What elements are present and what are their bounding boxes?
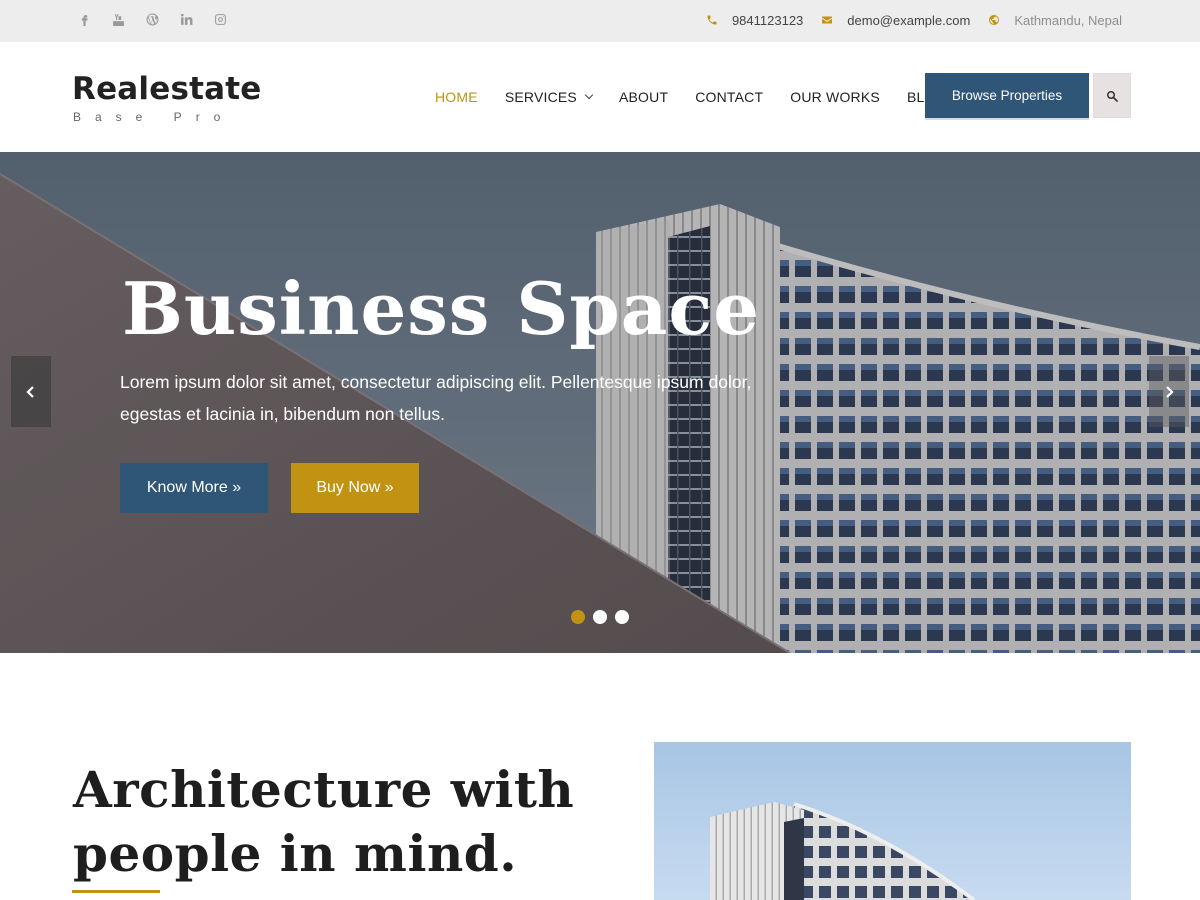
about-heading: Architecture with people in mind. — [73, 760, 575, 883]
phone-icon — [707, 15, 717, 25]
building-photo — [654, 742, 1131, 900]
top-bar: 9841123123 demo@example.com Kathmandu, N… — [0, 0, 1200, 42]
main-nav: HOME SERVICES ABOUT CONTACT OUR WORKS BL… — [435, 42, 974, 152]
phone-number: 9841123123 — [731, 12, 804, 28]
nav-home[interactable]: HOME — [435, 89, 478, 105]
nav-our-works[interactable]: OUR WORKS — [790, 89, 880, 105]
know-more-button[interactable]: Know More » — [120, 463, 268, 513]
hero-description: Lorem ipsum dolor sit amet, consectetur … — [120, 372, 752, 424]
social-links — [76, 0, 246, 38]
slider-dot-3[interactable] — [615, 610, 629, 624]
nav-services[interactable]: SERVICES — [504, 89, 594, 105]
globe-icon — [989, 15, 1000, 25]
slider-dot-1[interactable] — [571, 610, 585, 624]
slider-prev-button[interactable] — [11, 356, 51, 427]
youtube-icon[interactable] — [110, 11, 126, 27]
hero-title: Business Space — [122, 266, 761, 351]
buy-now-button[interactable]: Buy Now » — [291, 463, 419, 513]
slider-dot-2[interactable] — [593, 610, 607, 624]
site-header: Realestate Base Pro HOME SERVICES ABOUT … — [0, 42, 1200, 152]
nav-contact[interactable]: CONTACT — [695, 89, 763, 105]
logo-name: Realestate — [72, 71, 262, 107]
browse-properties-button[interactable]: Browse Properties — [925, 73, 1089, 118]
heading-underline — [72, 890, 160, 893]
search-button[interactable] — [1093, 73, 1131, 118]
nav-contact-label: CONTACT — [695, 89, 764, 105]
nav-home-label: HOME — [435, 89, 478, 105]
search-icon — [1107, 90, 1118, 102]
chevron-right-icon — [1166, 385, 1174, 398]
chevron-down-icon — [584, 90, 594, 100]
nav-our-works-label: OUR WORKS — [790, 89, 880, 105]
envelope-icon — [822, 16, 833, 24]
nav-services-label: SERVICES — [504, 89, 577, 105]
about-image — [654, 742, 1131, 900]
nav-about[interactable]: ABOUT — [619, 89, 668, 105]
slider-pagination — [571, 610, 637, 624]
contact-info: 9841123123 demo@example.com Kathmandu, N… — [688, 0, 1122, 40]
site-logo[interactable]: Realestate Base Pro — [72, 70, 262, 124]
logo-tagline: Base Pro — [73, 110, 235, 124]
instagram-icon[interactable] — [212, 11, 228, 27]
phone-item[interactable]: 9841123123 — [706, 13, 803, 28]
hero-slider: Business Space Lorem ipsum dolor sit ame… — [0, 152, 1200, 653]
nav-about-label: ABOUT — [618, 89, 669, 105]
chevron-left-icon — [26, 385, 34, 398]
facebook-icon[interactable] — [76, 11, 92, 27]
slider-next-button[interactable] — [1149, 356, 1189, 427]
wordpress-icon[interactable] — [144, 11, 160, 27]
linkedin-icon[interactable] — [178, 11, 194, 27]
location-text: Kathmandu, Nepal — [1014, 12, 1122, 28]
email-item[interactable]: demo@example.com — [821, 13, 970, 28]
location-item: Kathmandu, Nepal — [988, 13, 1122, 28]
email-address: demo@example.com — [847, 12, 971, 28]
